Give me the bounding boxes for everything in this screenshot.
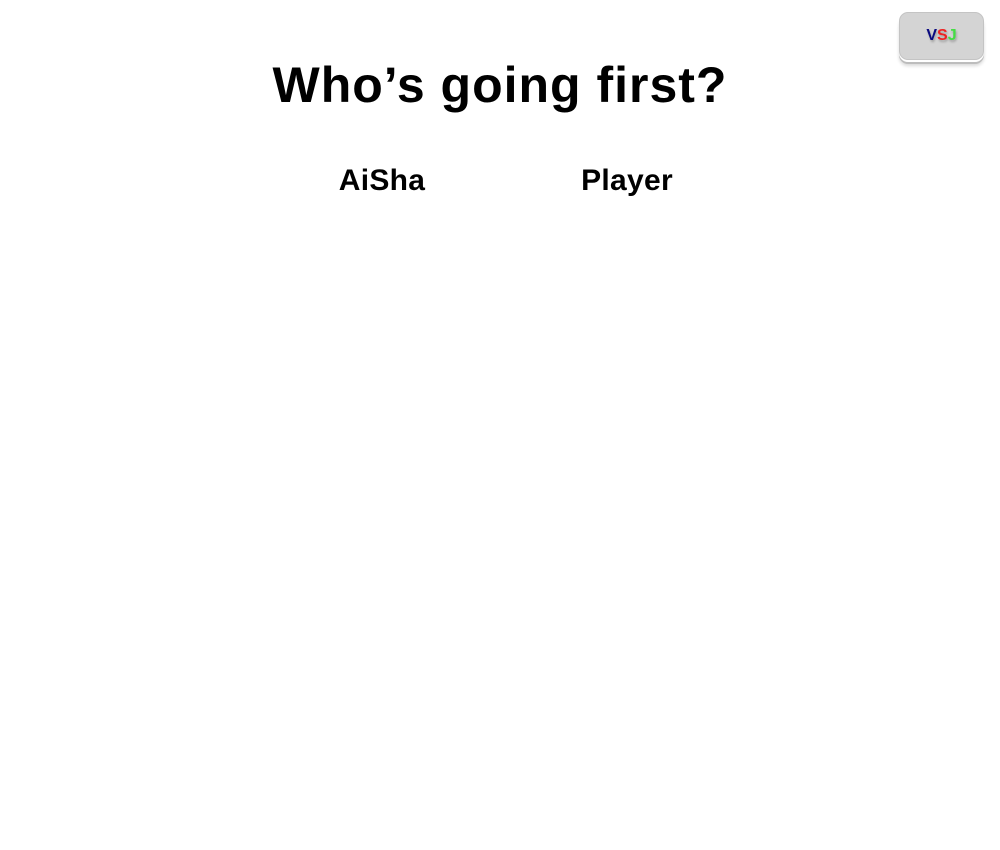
choice-aisha[interactable]: AiSha bbox=[339, 164, 426, 198]
logo-letter-s: S bbox=[937, 27, 948, 44]
logo-letter-j: J bbox=[947, 27, 957, 44]
choice-player[interactable]: Player bbox=[581, 164, 673, 198]
vsj-logo-button[interactable]: V S J bbox=[899, 12, 984, 60]
page-title: Who’s going first? bbox=[272, 57, 728, 113]
logo-letter-v: V bbox=[926, 27, 938, 44]
